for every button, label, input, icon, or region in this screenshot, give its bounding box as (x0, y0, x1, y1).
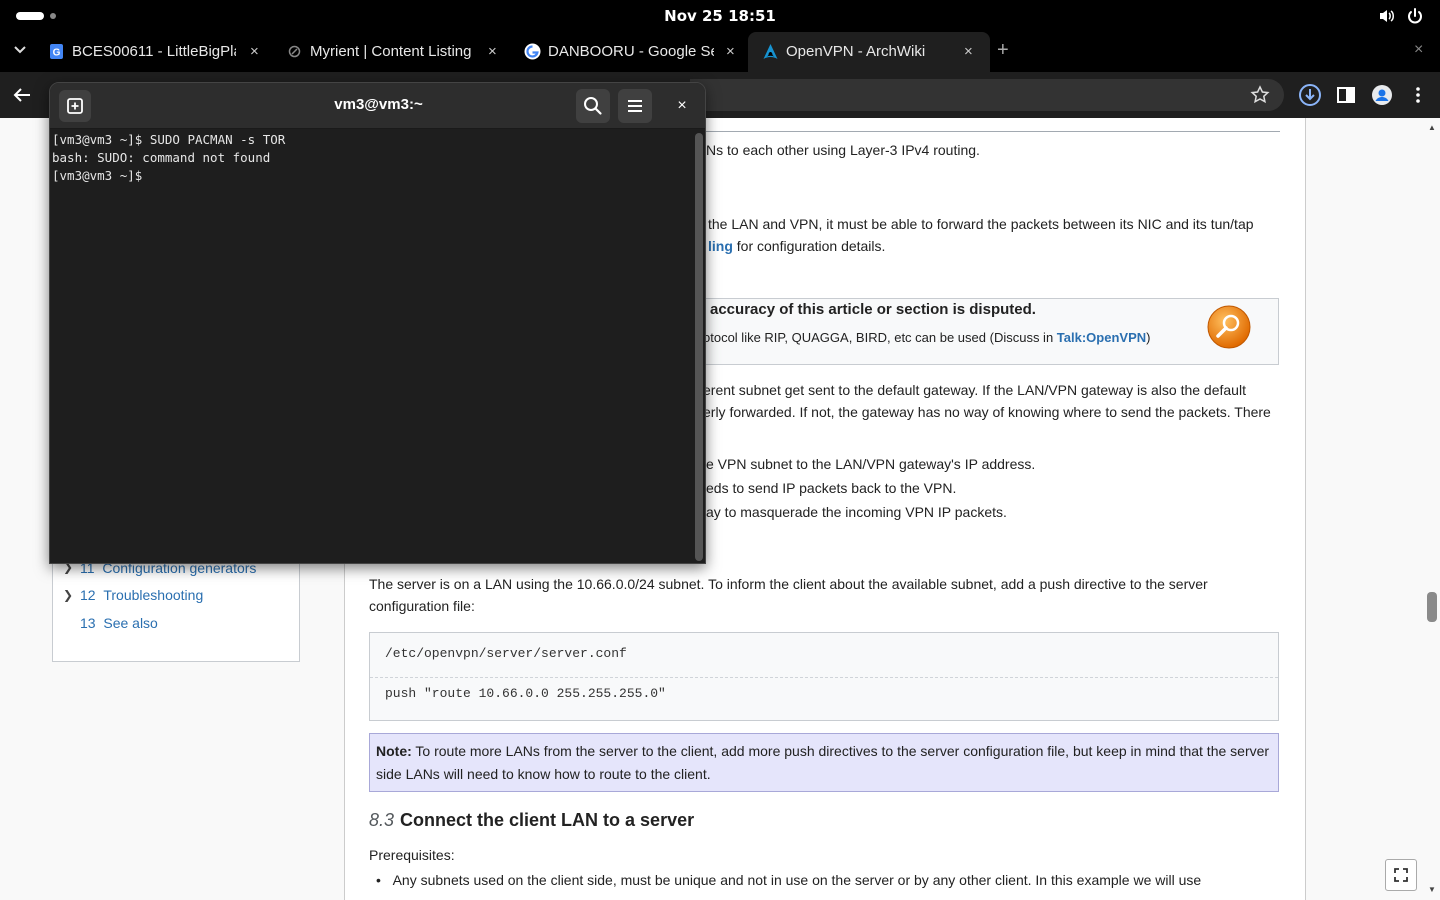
scroll-down-arrow-icon[interactable]: ▼ (1428, 885, 1436, 894)
volume-icon[interactable] (1378, 7, 1396, 25)
terminal-window[interactable]: vm3@vm3:~ × [vm3@vm3 ~]$ SUDO PACMAN -s … (49, 82, 706, 564)
kebab-menu-icon[interactable] (1410, 85, 1426, 105)
paragraph-text: Prerequisites: (369, 847, 455, 863)
side-panel-icon[interactable] (1336, 85, 1356, 105)
power-icon[interactable] (1406, 7, 1424, 25)
download-icon[interactable] (1298, 83, 1322, 107)
tab-title: OpenVPN - ArchWiki (786, 43, 926, 60)
forwarding-link[interactable]: ling (708, 238, 733, 254)
hamburger-menu-icon (628, 100, 642, 112)
terminal-menu-button[interactable] (618, 89, 652, 123)
address-bar[interactable] (690, 79, 1284, 111)
tab-title: BCES00611 - LittleBigPla (72, 43, 236, 60)
tab-close-button[interactable]: × (964, 43, 973, 60)
paragraph-text: erent subnet get sent to the default gat… (703, 382, 1246, 398)
code-line: push "route 10.66.0.0 255.255.255.0" (385, 686, 666, 701)
page-scrollbar-thumb[interactable] (1427, 592, 1437, 622)
terminal-scrollbar[interactable] (695, 133, 703, 561)
bookmark-star-icon[interactable] (1250, 85, 1270, 105)
terminal-output[interactable]: [vm3@vm3 ~]$ SUDO PACMAN -s TOR bash: SUD… (52, 131, 692, 185)
new-tab-button[interactable]: + (997, 39, 1009, 62)
tab-search-chevron-icon[interactable] (12, 41, 28, 57)
chevron-right-icon[interactable]: ❯ (63, 588, 73, 602)
code-divider (370, 677, 1278, 678)
code-filename: /etc/openvpn/server/server.conf (385, 646, 627, 661)
note-label: Note: (376, 743, 412, 759)
list-item: eds to send IP packets back to the VPN. (706, 480, 957, 496)
myrient-icon (288, 45, 301, 58)
terminal-header-bar[interactable]: vm3@vm3:~ × (50, 83, 705, 129)
system-top-bar: Nov 25 18:51 (0, 0, 1440, 32)
tab-openvpn-archwiki[interactable]: OpenVPN - ArchWiki × (762, 36, 982, 68)
fullscreen-button[interactable] (1385, 859, 1417, 891)
svg-text:G: G (53, 48, 61, 59)
code-block: /etc/openvpn/server/server.conf push "ro… (369, 632, 1279, 721)
terminal-close-button[interactable]: × (669, 93, 695, 119)
terminal-line: bash: SUDO: command not found (52, 150, 271, 165)
paragraph-text: ling for configuration details. (708, 238, 886, 254)
disputed-notice: accuracy of this article or section is d… (700, 298, 1279, 365)
back-arrow-icon[interactable] (12, 86, 32, 104)
section-heading: 8.3 Connect the client LAN to a server (369, 810, 694, 831)
tab-close-button[interactable]: × (488, 43, 497, 60)
note-text: To route more LANs from the server to th… (376, 743, 1270, 782)
paragraph-text: erly forwarded. If not, the gateway has … (703, 404, 1271, 420)
list-item: ay to masquerade the incoming VPN IP pac… (706, 504, 1007, 520)
tab-title: DANBOORU - Google Se (548, 43, 714, 60)
google-icon (524, 43, 541, 60)
section-number: 8.3 (369, 810, 395, 830)
scroll-up-arrow-icon[interactable]: ▲ (1428, 123, 1436, 132)
profile-avatar-icon[interactable] (1371, 84, 1393, 106)
terminal-prompt-line: [vm3@vm3 ~]$ (52, 168, 150, 183)
tab-close-button[interactable]: × (726, 43, 735, 60)
paragraph-text: the LAN and VPN, it must be able to forw… (708, 216, 1254, 232)
tab-myrient[interactable]: Myrient | Content Listing × (286, 36, 506, 68)
terminal-search-button[interactable] (576, 89, 610, 123)
archlinux-icon (763, 44, 778, 59)
paragraph-text: Ns to each other using Layer-3 IPv4 rout… (706, 142, 980, 158)
clock[interactable]: Nov 25 18:51 (0, 7, 1440, 25)
paragraph-text: The server is on a LAN using the 10.66.0… (369, 576, 1208, 592)
terminal-line: [vm3@vm3 ~]$ SUDO PACMAN -s TOR (52, 132, 286, 147)
tab-littlebigplanet[interactable]: G BCES00611 - LittleBigPla × (48, 36, 268, 68)
tab-close-button[interactable]: × (250, 43, 259, 60)
window-close-button[interactable]: × (1414, 41, 1423, 59)
talk-openvpn-link[interactable]: Talk:OpenVPN (1057, 330, 1146, 345)
browser-tab-bar: G BCES00611 - LittleBigPla × Myrient | C… (0, 32, 1440, 72)
list-item: • Any subnets used on the client side, m… (376, 872, 1202, 888)
toc-item-see-also[interactable]: 13 See also (80, 615, 158, 631)
toc-item-troubleshooting[interactable]: 12 Troubleshooting (80, 587, 203, 603)
google-docs-icon: G (50, 44, 63, 59)
disputed-title: accuracy of this article or section is d… (710, 301, 1036, 318)
magnifier-icon (1207, 305, 1251, 349)
tab-title: Myrient | Content Listing (310, 43, 472, 60)
paragraph-text: configuration file: (369, 598, 475, 614)
list-item: e VPN subnet to the LAN/VPN gateway's IP… (706, 456, 1036, 472)
note-box: Note: To route more LANs from the server… (369, 733, 1279, 792)
fullscreen-icon (1394, 868, 1408, 882)
tab-danbooru-google[interactable]: DANBOORU - Google Se × (524, 36, 744, 68)
search-icon (584, 97, 602, 115)
section-title: Connect the client LAN to a server (400, 810, 695, 830)
disputed-body: otocol like RIP, QUAGGA, BIRD, etc can b… (703, 330, 1151, 345)
